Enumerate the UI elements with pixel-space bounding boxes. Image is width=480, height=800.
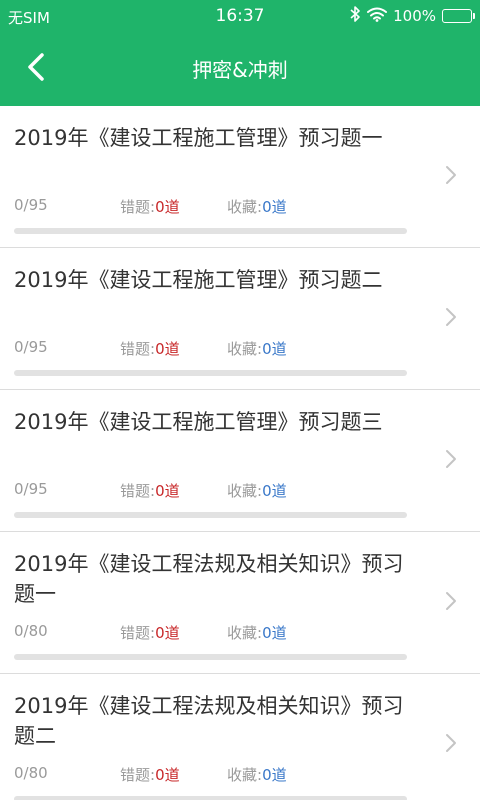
favorite-value: 0道 xyxy=(262,198,287,216)
progress-count: 0/80 xyxy=(14,764,48,782)
chevron-right-icon xyxy=(444,448,458,470)
page-title: 押密&冲刺 xyxy=(192,58,288,82)
status-indicators: 100% xyxy=(350,6,475,26)
favorite-count: 收藏:0道 xyxy=(227,338,287,359)
progress-count: 0/95 xyxy=(14,338,48,356)
nav-bar: 押密&冲刺 xyxy=(0,32,480,106)
wrong-value: 0道 xyxy=(155,624,180,642)
chevron-right-icon xyxy=(444,306,458,328)
wrong-count: 错题:0道 xyxy=(120,196,180,217)
progress-bar xyxy=(14,370,407,376)
favorite-label: 收藏: xyxy=(227,198,263,216)
bluetooth-icon xyxy=(350,6,361,26)
progress-bar xyxy=(14,228,407,234)
progress-bar xyxy=(14,654,407,660)
wrong-count: 错题:0道 xyxy=(120,764,180,785)
favorite-value: 0道 xyxy=(262,482,287,500)
wifi-icon xyxy=(367,7,388,26)
chevron-right-icon xyxy=(444,732,458,754)
wrong-count: 错题:0道 xyxy=(120,338,180,359)
favorite-label: 收藏: xyxy=(227,766,263,784)
progress-count: 0/95 xyxy=(14,196,48,214)
list-item[interactable]: 2019年《建设工程施工管理》预习题一 0/95 错题:0道 收藏:0道 xyxy=(0,106,480,248)
wrong-label: 错题: xyxy=(120,482,156,500)
list-item[interactable]: 2019年《建设工程施工管理》预习题二 0/95 错题:0道 收藏:0道 xyxy=(0,248,480,390)
wrong-label: 错题: xyxy=(120,766,156,784)
wrong-count: 错题:0道 xyxy=(120,622,180,643)
favorite-label: 收藏: xyxy=(227,482,263,500)
chevron-right-icon xyxy=(444,164,458,186)
item-title: 2019年《建设工程施工管理》预习题一 xyxy=(14,126,383,150)
status-bar: 无SIM 16:37 100% xyxy=(0,0,480,32)
list-item[interactable]: 2019年《建设工程施工管理》预习题三 0/95 错题:0道 收藏:0道 xyxy=(0,390,480,532)
favorite-count: 收藏:0道 xyxy=(227,764,287,785)
exam-list: 2019年《建设工程施工管理》预习题一 0/95 错题:0道 收藏:0道 201… xyxy=(0,106,480,800)
progress-count: 0/95 xyxy=(14,480,48,498)
favorite-count: 收藏:0道 xyxy=(227,196,287,217)
wrong-value: 0道 xyxy=(155,766,180,784)
progress-count: 0/80 xyxy=(14,622,48,640)
list-item[interactable]: 2019年《建设工程法规及相关知识》预习题一 0/80 错题:0道 收藏:0道 xyxy=(0,532,480,674)
battery-icon xyxy=(442,9,475,23)
wrong-value: 0道 xyxy=(155,198,180,216)
favorite-value: 0道 xyxy=(262,766,287,784)
wrong-value: 0道 xyxy=(155,482,180,500)
wrong-value: 0道 xyxy=(155,340,180,358)
item-title: 2019年《建设工程法规及相关知识》预习题一 xyxy=(14,552,404,606)
favorite-count: 收藏:0道 xyxy=(227,480,287,501)
battery-percent: 100% xyxy=(393,7,436,25)
favorite-value: 0道 xyxy=(262,624,287,642)
item-title: 2019年《建设工程法规及相关知识》预习题二 xyxy=(14,694,404,748)
favorite-count: 收藏:0道 xyxy=(227,622,287,643)
wrong-label: 错题: xyxy=(120,340,156,358)
favorite-label: 收藏: xyxy=(227,340,263,358)
wrong-label: 错题: xyxy=(120,198,156,216)
progress-bar xyxy=(14,512,407,518)
list-item[interactable]: 2019年《建设工程法规及相关知识》预习题二 0/80 错题:0道 收藏:0道 xyxy=(0,674,480,800)
wrong-label: 错题: xyxy=(120,624,156,642)
chevron-right-icon xyxy=(444,590,458,612)
wrong-count: 错题:0道 xyxy=(120,480,180,501)
item-title: 2019年《建设工程施工管理》预习题三 xyxy=(14,410,383,434)
progress-bar xyxy=(14,796,407,800)
favorite-value: 0道 xyxy=(262,340,287,358)
favorite-label: 收藏: xyxy=(227,624,263,642)
item-title: 2019年《建设工程施工管理》预习题二 xyxy=(14,268,383,292)
